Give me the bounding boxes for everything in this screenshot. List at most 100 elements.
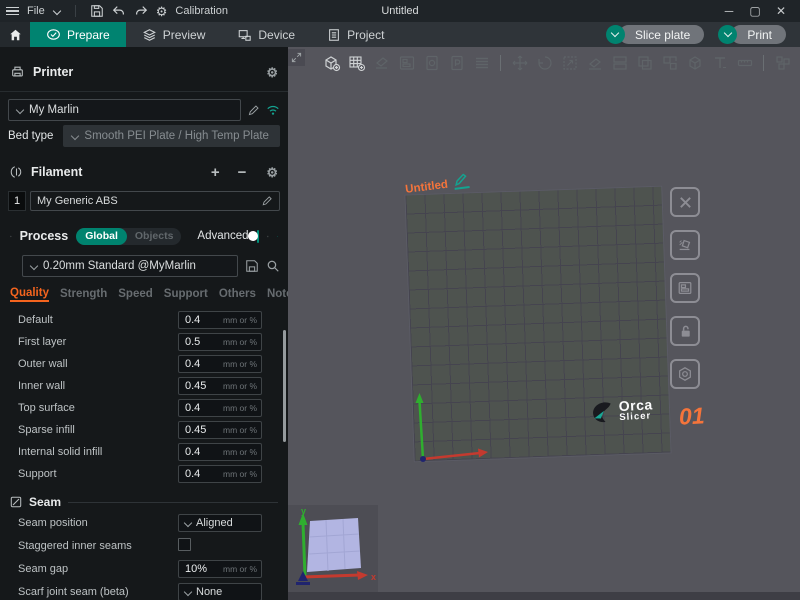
calibration-icon[interactable]: ⚙: [156, 5, 168, 18]
project-icon: [327, 28, 341, 42]
edit-plate-name-icon[interactable]: [453, 173, 470, 190]
layers-icon[interactable]: [470, 51, 493, 74]
home-button[interactable]: [0, 22, 30, 47]
filament-slot-badge: 1: [8, 191, 26, 211]
remove-filament-button[interactable]: −: [238, 164, 247, 181]
wifi-icon[interactable]: [266, 104, 280, 116]
tab-others[interactable]: Others: [219, 288, 256, 300]
slice-plate-button[interactable]: Slice plate: [619, 25, 704, 44]
param-input-outer-wall[interactable]: 0.4mm or %: [178, 355, 262, 373]
param-input-support[interactable]: 0.4mm or %: [178, 465, 262, 483]
auto-orient-plate-button[interactable]: [670, 230, 700, 260]
param-row: Support0.4mm or %: [0, 463, 288, 485]
undo-icon[interactable]: [112, 4, 126, 18]
tab-support[interactable]: Support: [164, 288, 208, 300]
mini-plate: [307, 518, 361, 572]
tab-device[interactable]: Device: [221, 22, 311, 47]
redo-icon[interactable]: [134, 4, 148, 18]
place-on-face-icon[interactable]: [583, 51, 606, 74]
param-input-sparse-infill[interactable]: 0.45mm or %: [178, 421, 262, 439]
paste-icon[interactable]: [445, 51, 468, 74]
plate-settings-button[interactable]: [670, 359, 700, 389]
printer-section-header: Printer ⚙: [0, 59, 288, 85]
file-chevron-down-icon[interactable]: [53, 7, 61, 15]
tab-prepare[interactable]: Prepare: [30, 22, 126, 47]
window-title: Untitled: [381, 5, 418, 17]
process-preset-select[interactable]: 0.20mm Standard @MyMarlin: [22, 255, 238, 277]
arrange-plate-button[interactable]: [670, 273, 700, 303]
arrange-icon[interactable]: [395, 51, 418, 74]
param-input-first-layer[interactable]: 0.5mm or %: [178, 333, 262, 351]
plate-number: 01: [678, 402, 705, 430]
scale-icon[interactable]: [558, 51, 581, 74]
param-input-default[interactable]: 0.4mm or %: [178, 311, 262, 329]
param-input-internal-solid-infill[interactable]: 0.4mm or %: [178, 443, 262, 461]
slice-options-chevron-icon[interactable]: [606, 25, 625, 44]
add-filament-button[interactable]: +: [211, 164, 220, 181]
param-row: Internal solid infill0.4mm or %: [0, 441, 288, 463]
param-row: Top surface0.4mm or %: [0, 397, 288, 419]
filament-settings-icon[interactable]: ⚙: [266, 166, 278, 179]
seam-position-select[interactable]: Aligned: [178, 514, 262, 532]
bed-type-select[interactable]: Smooth PEI Plate / High Temp Plate: [63, 125, 280, 147]
measure-icon[interactable]: [733, 51, 756, 74]
copy-icon[interactable]: [420, 51, 443, 74]
print-button[interactable]: Print: [731, 25, 786, 44]
menu-icon[interactable]: [6, 7, 19, 16]
save-preset-icon[interactable]: [245, 259, 259, 273]
mesh-boolean-icon[interactable]: [683, 51, 706, 74]
filament-section-header: Filament + − ⚙: [0, 159, 288, 185]
search-icon[interactable]: [266, 259, 280, 273]
param-list: Default0.4mm or % First layer0.5mm or % …: [0, 309, 288, 485]
seam-gap-row: Seam gap 10%mm or %: [0, 557, 288, 580]
collapse-panel-button[interactable]: [288, 49, 305, 66]
preset-compare-icon[interactable]: [277, 230, 278, 243]
sidebar-scrollbar[interactable]: [283, 330, 286, 442]
tab-project[interactable]: Project: [311, 22, 400, 47]
filament-preset-field[interactable]: My Generic ABS: [30, 191, 280, 211]
scarf-seam-row: Scarf joint seam (beta) None: [0, 580, 288, 600]
rotate-icon[interactable]: [533, 51, 556, 74]
tab-notes[interactable]: Notes: [267, 288, 288, 300]
printer-preset-select[interactable]: My Marlin: [8, 99, 241, 121]
maximize-button[interactable]: ▢: [742, 0, 768, 22]
save-icon[interactable]: [90, 4, 104, 18]
process-scope-switch: Global Objects: [76, 228, 181, 245]
text-icon[interactable]: [708, 51, 731, 74]
scope-global-button[interactable]: Global: [76, 228, 127, 245]
close-button[interactable]: ✕: [768, 0, 794, 22]
seam-gap-input[interactable]: 10%mm or %: [178, 560, 262, 578]
scarf-seam-select[interactable]: None: [178, 583, 262, 600]
tab-quality[interactable]: Quality: [10, 287, 49, 302]
split-icon[interactable]: [658, 51, 681, 74]
add-object-icon[interactable]: [320, 51, 343, 74]
param-list-icon[interactable]: [267, 230, 268, 243]
file-menu[interactable]: File: [27, 5, 45, 17]
3d-viewport[interactable]: Untitled OrcaSlicer 01 y x: [288, 47, 800, 600]
orca-icon: [588, 398, 615, 425]
minimize-button[interactable]: ─: [716, 0, 742, 22]
move-icon[interactable]: [508, 51, 531, 74]
auto-orient-icon[interactable]: [370, 51, 393, 74]
param-row: Sparse infill0.45mm or %: [0, 419, 288, 441]
advanced-toggle[interactable]: [257, 230, 260, 243]
tab-preview[interactable]: Preview: [126, 22, 222, 47]
param-input-top-surface[interactable]: 0.4mm or %: [178, 399, 262, 417]
viewport-toolbar: [320, 51, 794, 74]
lock-plate-button[interactable]: [670, 316, 700, 346]
staggered-seams-checkbox[interactable]: [178, 538, 191, 551]
tab-strength[interactable]: Strength: [60, 288, 107, 300]
assembly-view-icon[interactable]: [771, 51, 794, 74]
clone-icon[interactable]: [633, 51, 656, 74]
printer-settings-icon[interactable]: ⚙: [266, 66, 278, 79]
seam-section-header[interactable]: Seam: [0, 493, 288, 511]
add-plate-icon[interactable]: [345, 51, 368, 74]
calibration-menu[interactable]: Calibration: [175, 5, 228, 17]
delete-plate-button[interactable]: [670, 187, 700, 217]
tab-speed[interactable]: Speed: [118, 288, 153, 300]
plate-thumbnail[interactable]: y x: [288, 505, 378, 592]
cut-icon[interactable]: [608, 51, 631, 74]
edit-printer-icon[interactable]: [247, 104, 260, 117]
scope-objects-button[interactable]: Objects: [127, 230, 182, 242]
param-input-inner-wall[interactable]: 0.45mm or %: [178, 377, 262, 395]
